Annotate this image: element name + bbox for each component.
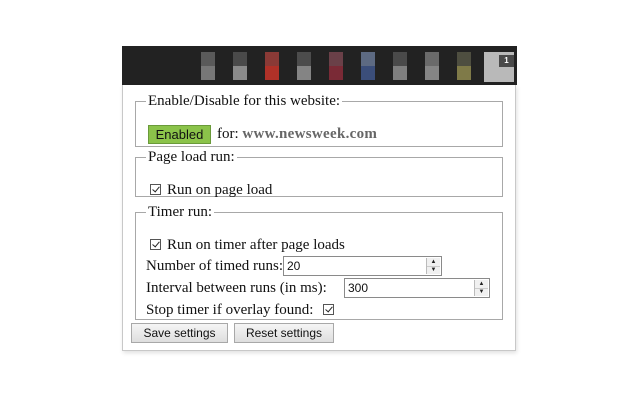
ext-icon-5[interactable] bbox=[329, 52, 343, 80]
run-on-timer-row: Run on timer after page loads bbox=[150, 237, 345, 254]
spin-down-icon[interactable]: ▼ bbox=[427, 266, 440, 274]
ext-icon-2[interactable] bbox=[233, 52, 247, 80]
site-toggle-legend: Enable/Disable for this website: bbox=[148, 93, 341, 109]
extension-badge: 1 bbox=[499, 55, 514, 67]
extension-popup: Enable/Disable for this website: Enabled… bbox=[122, 85, 516, 351]
reset-settings-button[interactable]: Reset settings bbox=[234, 323, 334, 343]
site-label: for: www.newsweek.com bbox=[217, 126, 377, 143]
stop-timer-checkbox[interactable] bbox=[323, 304, 335, 315]
ext-icon-7[interactable] bbox=[393, 52, 407, 80]
ext-icon-1[interactable] bbox=[201, 52, 215, 80]
run-on-load-label: Run on page load bbox=[167, 182, 273, 198]
num-runs-input[interactable]: 20 ▲ ▼ bbox=[283, 256, 442, 276]
enabled-toggle-button[interactable]: Enabled bbox=[148, 125, 211, 144]
page-load-group: Page load run: Run on page load bbox=[135, 149, 503, 199]
stop-timer-row: Stop timer if overlay found: bbox=[146, 302, 340, 319]
site-toggle-group: Enable/Disable for this website: Enabled… bbox=[135, 93, 503, 147]
num-runs-spinner[interactable]: ▲ ▼ bbox=[426, 258, 440, 274]
ext-icon-6[interactable] bbox=[361, 52, 375, 80]
interval-label: Interval between runs (in ms): bbox=[146, 280, 327, 296]
num-runs-label: Number of timed runs: bbox=[146, 258, 284, 274]
site-domain: www.newsweek.com bbox=[242, 126, 378, 142]
ext-icon-9[interactable] bbox=[457, 52, 471, 80]
run-on-timer-label: Run on timer after page loads bbox=[167, 237, 345, 253]
ext-icon-4[interactable] bbox=[297, 52, 311, 80]
page-load-legend: Page load run: bbox=[148, 149, 235, 165]
ext-icon-8[interactable] bbox=[425, 52, 439, 80]
timer-run-group: Timer run: Run on timer after page loads… bbox=[135, 204, 503, 320]
run-on-load-row: Run on page load bbox=[150, 182, 272, 199]
stop-timer-label: Stop timer if overlay found: bbox=[146, 302, 314, 318]
num-runs-value: 20 bbox=[287, 259, 301, 273]
timer-run-legend: Timer run: bbox=[148, 204, 213, 220]
ext-icon-3[interactable] bbox=[265, 52, 279, 80]
spin-down-icon[interactable]: ▼ bbox=[475, 288, 488, 296]
run-on-timer-checkbox[interactable] bbox=[150, 239, 161, 250]
run-on-load-checkbox[interactable] bbox=[150, 184, 161, 195]
interval-input[interactable]: 300 ▲ ▼ bbox=[344, 278, 490, 298]
interval-value: 300 bbox=[348, 281, 369, 295]
save-settings-button[interactable]: Save settings bbox=[131, 323, 228, 343]
interval-spinner[interactable]: ▲ ▼ bbox=[474, 280, 488, 296]
for-label: for: bbox=[217, 126, 239, 142]
